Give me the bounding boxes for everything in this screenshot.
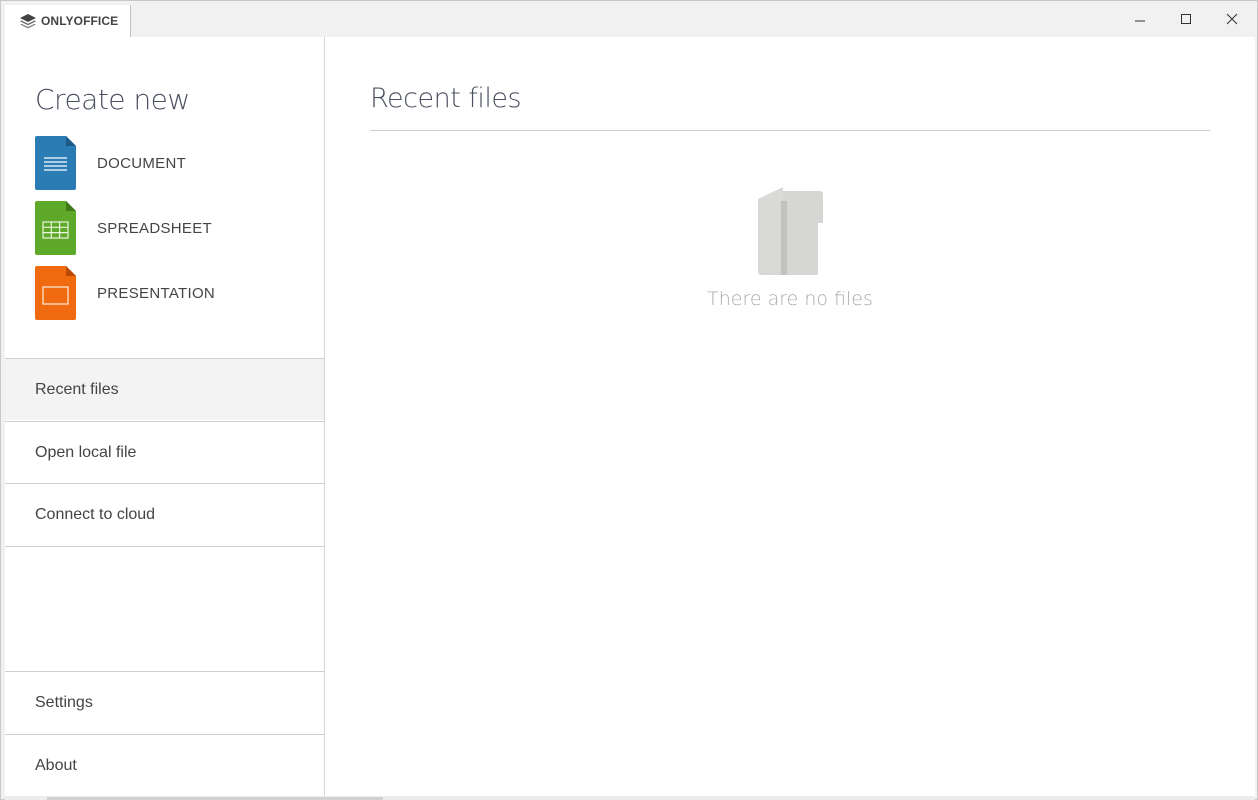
- content-area: Create new DOCUMENT SPREADSHEET PRESENTA…: [5, 37, 1255, 796]
- app-window: ONLYOFFICE Create new DOCUMENT SPREADSHE…: [0, 0, 1258, 800]
- sidebar-item-label: Connect to cloud: [35, 506, 156, 523]
- sidebar-item-label: Recent files: [35, 380, 119, 398]
- close-button[interactable]: [1209, 1, 1255, 37]
- horizontal-scrollbar[interactable]: [5, 796, 1255, 800]
- presentation-icon: [35, 266, 76, 320]
- close-icon: [1226, 13, 1238, 25]
- sidebar-item-settings[interactable]: Settings: [5, 671, 324, 733]
- empty-state-message: There are no files: [707, 288, 873, 310]
- maximize-icon: [1181, 14, 1191, 24]
- empty-folder-icon: [758, 187, 823, 275]
- sidebar-item-label: Open local file: [35, 443, 137, 461]
- create-presentation-button[interactable]: PRESENTATION: [35, 266, 295, 320]
- create-document-label: DOCUMENT: [97, 154, 187, 172]
- create-spreadsheet-label: SPREADSHEET: [97, 219, 212, 237]
- create-document-button[interactable]: DOCUMENT: [35, 136, 295, 190]
- sidebar-item-open-local-file[interactable]: Open local file: [5, 421, 324, 483]
- onlyoffice-logo-icon: [20, 14, 36, 29]
- app-name: ONLYOFFICE: [41, 14, 119, 28]
- create-presentation-label: PRESENTATION: [97, 284, 216, 302]
- sidebar-item-about[interactable]: About: [5, 734, 324, 796]
- title-divider: [370, 130, 1210, 131]
- sidebar-item-connect-to-cloud[interactable]: Connect to cloud: [5, 483, 324, 547]
- create-new-heading: Create new: [35, 83, 190, 116]
- sidebar-item-label: About: [35, 756, 77, 774]
- create-spreadsheet-button[interactable]: SPREADSHEET: [35, 201, 295, 255]
- spreadsheet-icon: [35, 201, 76, 255]
- sidebar-item-label: Settings: [35, 693, 93, 711]
- maximize-button[interactable]: [1163, 1, 1209, 37]
- sidebar-item-recent-files[interactable]: Recent files: [5, 358, 324, 420]
- sidebar: Create new DOCUMENT SPREADSHEET PRESENTA…: [5, 37, 325, 796]
- minimize-button[interactable]: [1117, 1, 1163, 37]
- minimize-icon: [1135, 20, 1145, 22]
- page-title: Recent files: [370, 83, 522, 114]
- main-panel: Recent files There are no files: [325, 37, 1255, 796]
- title-bar: ONLYOFFICE: [1, 1, 1257, 37]
- app-tab[interactable]: ONLYOFFICE: [5, 5, 131, 37]
- document-icon: [35, 136, 76, 190]
